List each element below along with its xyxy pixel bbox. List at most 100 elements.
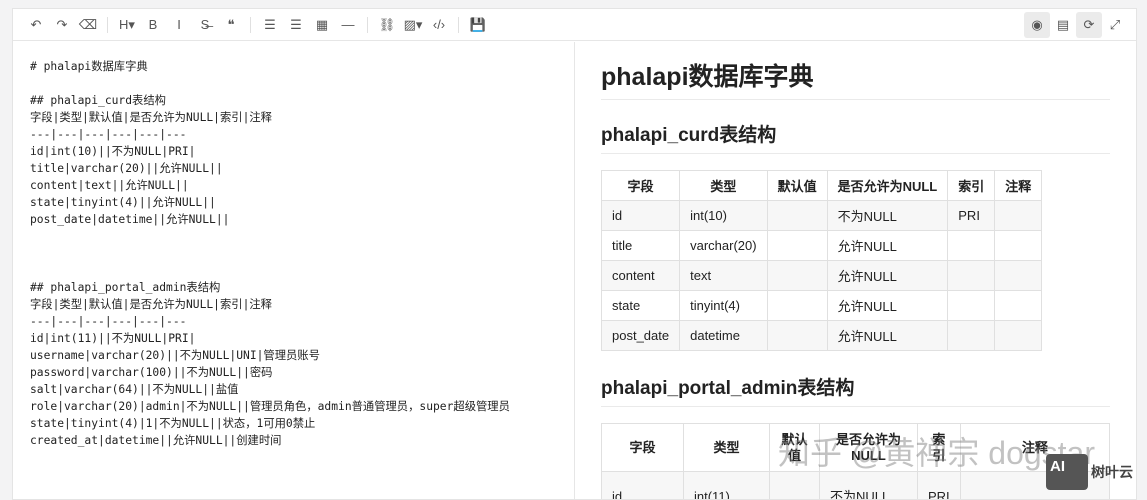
code-button[interactable]: ‹/›	[426, 12, 452, 38]
toolbar-divider	[250, 16, 251, 33]
column-header: 字段	[600, 170, 681, 201]
fullscreen-icon: ⤢	[1109, 17, 1121, 32]
strikethrough-button[interactable]: S̶	[192, 12, 218, 38]
table-cell: 不为NULL	[819, 471, 918, 499]
markdown-source-editor[interactable]: # phalapi数据库字典 ## phalapi_curd表结构 字段|类型|…	[13, 42, 575, 499]
table-heading: phalapi_curd表结构	[601, 120, 1110, 154]
ordered-list-icon: ☰	[290, 16, 302, 32]
table-cell: tinyint(4)	[679, 290, 768, 321]
column-header: 是否允许为NULL	[819, 423, 918, 472]
link-button[interactable]: ⛓	[374, 12, 400, 38]
table-cell: 允许NULL	[826, 290, 949, 321]
ordered-list-button[interactable]: ☰	[283, 12, 309, 38]
table-cell	[766, 200, 828, 231]
column-header: 类型	[683, 423, 770, 472]
toolbar: ↶ ↷ ⌫ H▾ B I S̶ ❝ ☰ ☰ ▦ — ⛓ ▨▾ ‹/› 💾	[13, 9, 1136, 41]
table-cell: int(10)	[679, 200, 768, 231]
column-header: 索引	[947, 170, 996, 201]
table-button[interactable]: ▦	[309, 12, 335, 38]
column-header: 索引	[917, 423, 961, 472]
save-icon: 💾	[469, 16, 487, 32]
table-cell	[947, 320, 996, 351]
table-cell: state	[600, 290, 681, 321]
data-table: 字段 类型 默认值 是否允许为NULL 索引 注释 id int(11) 不为NULL PRI	[601, 423, 1111, 499]
image-icon: ▨▾	[403, 16, 423, 32]
horizontal-rule-icon: —	[341, 17, 355, 32]
data-table: 字段 类型 默认值 是否允许为NULL 索引 注释 id int(10) 不为NULL PRI ti…	[600, 170, 1043, 351]
table-header-row: 字段 类型 默认值 是否允许为NULL 索引 注释	[601, 423, 1111, 472]
markdown-editor-window: ↶ ↷ ⌫ H▾ B I S̶ ❝ ☰ ☰ ▦ — ⛓ ▨▾ ‹/› 💾 ◉ ▤ ⟳ ⤢ # phalapi数据库字…	[12, 8, 1137, 500]
redo-button[interactable]: ↷	[49, 12, 75, 38]
table-row: post_date datetime 允许NULL	[600, 320, 1043, 351]
logo-mark: AI	[1046, 454, 1088, 490]
quote-button[interactable]: ❝	[218, 12, 244, 38]
site-logo: AI 树叶云	[1046, 454, 1133, 490]
heading-button[interactable]: H▾	[114, 12, 140, 38]
table-cell	[947, 290, 996, 321]
table-cell	[766, 290, 828, 321]
italic-button[interactable]: I	[166, 12, 192, 38]
strikethrough-icon: S̶	[200, 17, 210, 32]
heading-icon: H▾	[119, 16, 135, 32]
table-row: state tinyint(4) 允许NULL	[600, 290, 1043, 321]
preview-icon: ◉	[1031, 17, 1043, 32]
table-icon: ▦	[315, 16, 329, 32]
redo-icon: ↷	[56, 16, 68, 32]
eraser-button[interactable]: ⌫	[75, 12, 101, 38]
table-cell: int(11)	[683, 471, 770, 499]
sync-scroll-icon: ⟳	[1083, 17, 1095, 32]
link-icon: ⛓	[378, 16, 396, 32]
table-cell	[994, 260, 1043, 291]
table-cell: post_date	[600, 320, 681, 351]
table-row: title varchar(20) 允许NULL	[600, 230, 1043, 261]
unordered-list-icon: ☰	[264, 16, 276, 32]
toolbar-divider	[458, 16, 459, 33]
code-icon: ‹/›	[432, 17, 446, 32]
table-cell: PRI	[947, 200, 996, 231]
table-cell: id	[601, 471, 684, 499]
logo-text: 树叶云	[1091, 464, 1133, 480]
table-header-row: 字段 类型 默认值 是否允许为NULL 索引 注释	[600, 170, 1043, 201]
table-cell: content	[600, 260, 681, 291]
column-header: 字段	[601, 423, 684, 472]
table-cell	[947, 260, 996, 291]
image-button[interactable]: ▨▾	[400, 12, 426, 38]
table-row: id int(11) 不为NULL PRI	[601, 471, 1111, 499]
italic-icon: I	[177, 17, 181, 32]
fullscreen-button[interactable]: ⤢	[1102, 12, 1128, 38]
table-heading: phalapi_portal_admin表结构	[601, 373, 1110, 407]
column-header: 类型	[679, 170, 768, 201]
unordered-list-button[interactable]: ☰	[257, 12, 283, 38]
preview-title: phalapi数据库字典	[601, 56, 1110, 100]
table-cell	[994, 230, 1043, 261]
table-cell	[994, 320, 1043, 351]
column-header: 默认值	[769, 423, 820, 472]
table-row: id int(10) 不为NULL PRI	[600, 200, 1043, 231]
table-cell	[947, 230, 996, 261]
table-cell: varchar(20)	[679, 230, 768, 261]
table-cell	[766, 230, 828, 261]
table-cell: text	[679, 260, 768, 291]
layout-button[interactable]: ▤	[1050, 12, 1076, 38]
toolbar-right: ◉ ▤ ⟳ ⤢	[1024, 12, 1128, 38]
table-cell: id	[600, 200, 681, 231]
table-cell	[766, 320, 828, 351]
sync-scroll-button[interactable]: ⟳	[1076, 12, 1102, 38]
table-cell: 允许NULL	[826, 260, 949, 291]
horizontal-rule-button[interactable]: —	[335, 12, 361, 38]
column-header: 默认值	[766, 170, 828, 201]
table-cell: PRI	[917, 471, 961, 499]
undo-button[interactable]: ↶	[23, 12, 49, 38]
table-row: content text 允许NULL	[600, 260, 1043, 291]
bold-button[interactable]: B	[140, 12, 166, 38]
table-cell	[766, 260, 828, 291]
save-button[interactable]: 💾	[465, 12, 491, 38]
bold-icon: B	[148, 17, 158, 32]
markdown-preview: phalapi数据库字典 phalapi_curd表结构 字段 类型 默认值 是否允许为…	[576, 42, 1136, 499]
column-header: 是否允许为NULL	[826, 170, 949, 201]
undo-icon: ↶	[30, 16, 42, 32]
toolbar-divider	[367, 16, 368, 33]
column-header: 注释	[994, 170, 1043, 201]
preview-button[interactable]: ◉	[1024, 12, 1050, 38]
table-cell: 允许NULL	[826, 230, 949, 261]
